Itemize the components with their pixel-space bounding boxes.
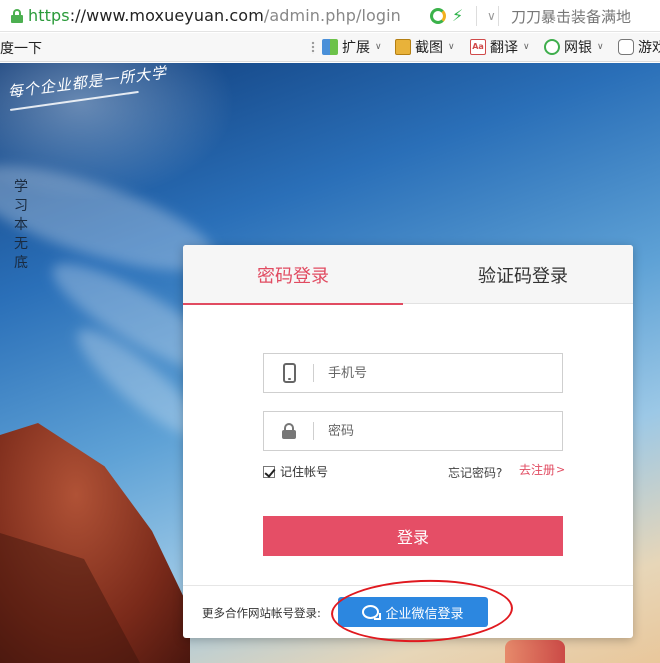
bookmark-game[interactable]: 游戏 bbox=[618, 37, 660, 57]
grip-icon bbox=[311, 41, 315, 54]
login-card: 密码登录 验证码登录 记住帐号 忘记密码? 去注册> 登录 更多合作网站帐号登录… bbox=[183, 245, 633, 638]
bookmark-label: 扩展 bbox=[342, 40, 370, 56]
chevron-right-icon: > bbox=[556, 463, 566, 476]
phone-input[interactable] bbox=[314, 355, 554, 391]
url-host: ://www.moxueyuan.com bbox=[69, 6, 264, 25]
chevron-down-icon: ∨ bbox=[523, 42, 530, 52]
bookmarks-bar: 度一下 扩展 ∨ 截图 ∨ Aa 翻译 ∨ 网银 ∨ 游戏 bbox=[0, 33, 660, 62]
partner-login-label: 更多合作网站帐号登录: bbox=[202, 606, 321, 620]
forgot-password-link[interactable]: 忘记密码? bbox=[448, 464, 502, 481]
bookmark-baidu[interactable]: 度一下 bbox=[0, 38, 42, 58]
bookmark-bank[interactable]: 网银 ∨ bbox=[544, 37, 604, 57]
motto-char: 底 bbox=[14, 255, 28, 271]
game-icon bbox=[618, 39, 634, 55]
bookmark-label: 截图 bbox=[415, 40, 443, 56]
register-link[interactable]: 去注册 > bbox=[519, 461, 565, 478]
screenshot-icon bbox=[395, 39, 411, 55]
slogan: 每个企业都是一所大学 bbox=[6, 63, 168, 101]
vertical-motto: 学 习 本 无 底 bbox=[13, 178, 29, 273]
refresh-icon[interactable] bbox=[430, 8, 446, 24]
lock-icon-wrap bbox=[264, 412, 314, 450]
phone-icon-wrap bbox=[264, 354, 314, 392]
password-input[interactable] bbox=[314, 413, 554, 449]
lock-icon bbox=[282, 423, 296, 439]
motto-char: 学 bbox=[14, 179, 28, 195]
url-scheme: https bbox=[28, 6, 70, 25]
bookmark-label: 游戏 bbox=[638, 40, 660, 56]
password-field[interactable] bbox=[263, 411, 563, 451]
remember-account[interactable]: 记住帐号 bbox=[263, 463, 328, 480]
tab-password-login[interactable]: 密码登录 bbox=[183, 245, 403, 305]
remember-label: 记住帐号 bbox=[280, 465, 329, 479]
motto-char: 本 bbox=[14, 217, 28, 233]
chevron-down-icon: ∨ bbox=[375, 42, 382, 52]
translate-icon: Aa bbox=[470, 39, 486, 55]
bookmark-label: 网银 bbox=[564, 40, 592, 56]
divider bbox=[183, 585, 633, 586]
motto-char: 习 bbox=[14, 198, 28, 214]
login-tabs: 密码登录 验证码登录 bbox=[183, 245, 633, 305]
phone-icon bbox=[282, 363, 296, 383]
phone-field[interactable] bbox=[263, 353, 563, 393]
chevron-down-icon[interactable]: ∨ bbox=[487, 9, 496, 23]
bookmark-extensions[interactable]: 扩展 ∨ bbox=[322, 37, 382, 57]
extensions-icon bbox=[322, 39, 338, 55]
wechat-login-label: 企业微信登录 bbox=[385, 606, 464, 622]
divider bbox=[498, 6, 499, 26]
bookmark-screenshot[interactable]: 截图 ∨ bbox=[395, 37, 455, 57]
divider bbox=[476, 6, 477, 26]
chevron-down-icon: ∨ bbox=[448, 42, 455, 52]
login-button[interactable]: 登录 bbox=[263, 516, 563, 556]
chevron-down-icon: ∨ bbox=[597, 42, 604, 52]
wechat-work-login-button[interactable]: 企业微信登录 bbox=[338, 597, 488, 627]
address-bar[interactable]: https://www.moxueyuan.com/admin.php/logi… bbox=[0, 0, 660, 32]
bookmark-translate[interactable]: Aa 翻译 ∨ bbox=[470, 37, 530, 57]
bank-icon bbox=[544, 39, 560, 55]
background-figure bbox=[505, 640, 565, 663]
motto-char: 无 bbox=[14, 236, 28, 252]
chat-bubble-icon bbox=[362, 605, 382, 620]
checkbox-checked-icon[interactable] bbox=[263, 465, 275, 478]
lightning-icon[interactable]: ⚡ bbox=[452, 7, 466, 25]
bookmark-label: 翻译 bbox=[490, 40, 518, 56]
url-field[interactable]: https://www.moxueyuan.com/admin.php/logi… bbox=[28, 6, 401, 25]
news-ticker[interactable]: 刀刀暴击装备满地 bbox=[511, 6, 631, 27]
tab-code-login[interactable]: 验证码登录 bbox=[413, 245, 633, 304]
url-path: /admin.php/login bbox=[263, 6, 401, 25]
register-label: 去注册 bbox=[519, 463, 556, 477]
lock-icon bbox=[11, 9, 23, 23]
